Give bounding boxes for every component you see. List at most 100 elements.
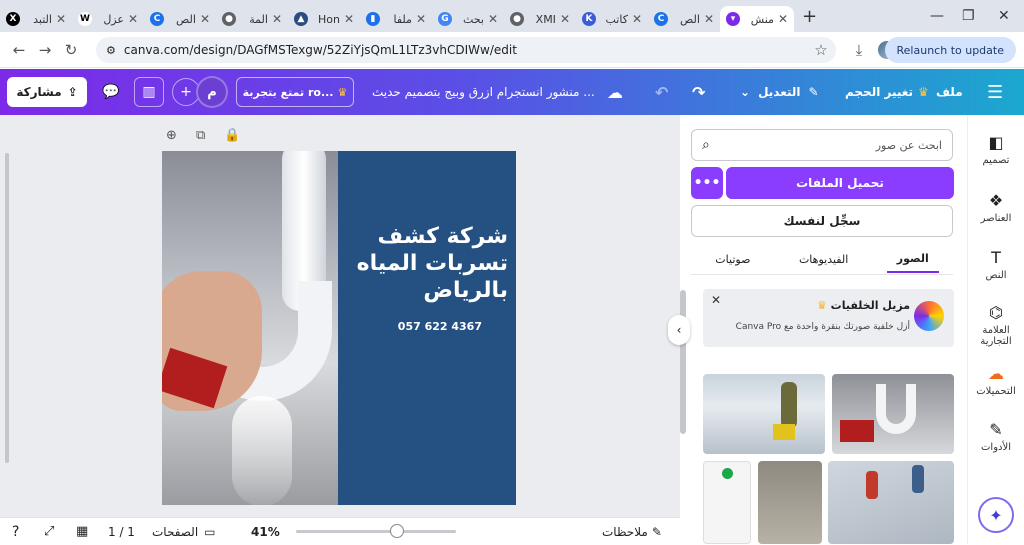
design-icon: ◧ bbox=[988, 133, 1004, 152]
forward-icon[interactable]: → bbox=[32, 41, 58, 59]
share-button[interactable]: مشاركة ⇪ bbox=[7, 77, 87, 107]
close-tab-icon[interactable]: ✕ bbox=[56, 12, 66, 26]
cloud-sync-icon[interactable]: ☁ bbox=[607, 69, 623, 115]
upload-thumbnail-floor-cleaning[interactable] bbox=[703, 374, 825, 454]
tab-images[interactable]: الصور bbox=[886, 246, 939, 273]
edit-menu[interactable]: ⌄ التعديل ✎ bbox=[740, 69, 819, 115]
close-tab-icon[interactable]: ✕ bbox=[272, 12, 282, 26]
relaunch-button[interactable]: Relaunch to update bbox=[884, 37, 1016, 63]
design-headline[interactable]: شركة كشف تسربات المياه بالرياض bbox=[338, 223, 508, 304]
close-tab-icon[interactable]: ✕ bbox=[416, 12, 426, 26]
close-tab-icon[interactable]: ✕ bbox=[560, 12, 570, 26]
google-icon: G bbox=[438, 12, 452, 26]
lock-icon[interactable]: 🔒 bbox=[224, 128, 240, 143]
browser-tab[interactable]: ● XMI ✕ bbox=[504, 6, 576, 32]
panel-scrollbar[interactable] bbox=[680, 290, 686, 434]
upload-thumbnail-roof[interactable] bbox=[828, 461, 954, 544]
site-info-icon[interactable]: ⚙ bbox=[106, 44, 116, 57]
close-tab-icon[interactable]: ✕ bbox=[778, 12, 788, 26]
upload-thumbnail-document[interactable] bbox=[758, 461, 822, 544]
analytics-icon[interactable]: ▥ bbox=[134, 77, 164, 107]
design-page[interactable]: شركة كشف تسربات المياه بالرياض 057 622 4… bbox=[162, 151, 516, 505]
tab-videos[interactable]: الفيديوهات bbox=[789, 247, 858, 272]
sidebar-item-tools[interactable]: ✎ الأدوات bbox=[968, 420, 1024, 453]
browser-tab[interactable]: C الص ✕ bbox=[648, 6, 720, 32]
close-promo-icon[interactable]: ✕ bbox=[711, 293, 721, 307]
try-pro-button[interactable]: تمتع بتجربة ro... ♛ bbox=[236, 77, 354, 107]
browser-tab[interactable]: G بحث ✕ bbox=[432, 6, 504, 32]
duplicate-page-icon[interactable]: ⧉ bbox=[196, 128, 205, 143]
browser-tab[interactable]: C الص ✕ bbox=[144, 6, 216, 32]
background-remover-promo[interactable]: مزيل الخلفيات ♛ أزل خلفية صورتك بنقرة وا… bbox=[703, 289, 954, 347]
help-icon[interactable]: ? bbox=[12, 518, 19, 545]
search-input[interactable]: ابحث عن صور ⌕ bbox=[691, 129, 953, 161]
document-title[interactable]: منشور انستجرام ازرق وبيج بتصميم حديث ... bbox=[372, 69, 595, 115]
zoom-level[interactable]: 41% bbox=[251, 518, 280, 545]
sidebar-item-elements[interactable]: ❖ العناصر bbox=[968, 191, 1024, 224]
canvas-scrollbar[interactable] bbox=[5, 153, 9, 463]
sidebar-item-text[interactable]: T النص bbox=[968, 248, 1024, 281]
bookmark-star-icon[interactable]: ☆ bbox=[808, 41, 834, 59]
browser-tab[interactable]: ▲ Hon ✕ bbox=[288, 6, 360, 32]
design-phone-number[interactable]: 057 622 4367 bbox=[398, 320, 482, 333]
browser-tab[interactable]: ● المة ✕ bbox=[216, 6, 288, 32]
browser-tab[interactable]: X التبد ✕ bbox=[0, 6, 72, 32]
back-icon[interactable]: ← bbox=[6, 41, 32, 59]
headline-line-1: شركة كشف bbox=[377, 224, 509, 249]
circle-logo-icon: C bbox=[654, 12, 668, 26]
more-options-button[interactable]: ••• bbox=[691, 167, 723, 199]
file-menu[interactable]: ملف bbox=[936, 69, 963, 115]
browser-tab[interactable]: ▾ منش ✕ bbox=[720, 6, 794, 32]
add-page-icon[interactable]: ⊕ bbox=[166, 128, 177, 143]
reload-icon[interactable]: ↻ bbox=[58, 41, 84, 59]
record-yourself-button[interactable]: سجِّل لنفسك bbox=[691, 205, 953, 237]
edit-label: التعديل bbox=[758, 85, 801, 99]
share-icon: ⇪ bbox=[67, 85, 78, 99]
download-icon[interactable]: ⤓ bbox=[846, 41, 872, 59]
browser-tab[interactable]: ▮ ملفا ✕ bbox=[360, 6, 432, 32]
elements-icon: ❖ bbox=[988, 191, 1004, 210]
grid-view-icon[interactable]: ▦ bbox=[76, 518, 88, 545]
close-tab-icon[interactable]: ✕ bbox=[704, 12, 714, 26]
close-tab-icon[interactable]: ✕ bbox=[128, 12, 138, 26]
browser-tab[interactable]: K كاتب ✕ bbox=[576, 6, 648, 32]
sidebar-item-uploads[interactable]: ☁ التحميلات bbox=[968, 364, 1024, 397]
hamburger-menu-icon[interactable]: ☰ bbox=[987, 69, 1003, 115]
sidebar-item-label: العناصر bbox=[980, 213, 1012, 224]
new-tab-icon[interactable]: + bbox=[802, 6, 817, 27]
magic-assistant-icon[interactable]: ✦ bbox=[978, 497, 1014, 533]
pages-button[interactable]: الصفحات ▭ bbox=[152, 518, 216, 545]
media-tabs: الصور الفيديوهات صوتيات bbox=[691, 245, 953, 275]
zoom-slider-handle[interactable] bbox=[390, 524, 404, 538]
close-tab-icon[interactable]: ✕ bbox=[200, 12, 210, 26]
close-window-icon[interactable]: ✕ bbox=[998, 8, 1010, 24]
plumbing-photo[interactable] bbox=[162, 151, 338, 505]
tab-audio[interactable]: صوتيات bbox=[705, 247, 760, 272]
upload-thumbnail-pipe[interactable] bbox=[832, 374, 954, 454]
collapse-panel-chevron-icon[interactable]: ‹ bbox=[668, 315, 690, 345]
browser-tab-bar: X التبد ✕ W عزل ✕ C الص ✕ ● المة ✕ ▲ Hon ✕ ▮ ملفا ✕ G بحث ✕ ●… bbox=[0, 0, 1024, 32]
search-placeholder: ابحث عن صور bbox=[875, 138, 942, 152]
canva-icon: ▾ bbox=[726, 12, 740, 26]
sidebar-item-design[interactable]: ◧ تصميم bbox=[968, 133, 1024, 166]
minimize-icon[interactable]: — bbox=[930, 8, 944, 24]
user-avatar[interactable]: م bbox=[196, 76, 228, 108]
url-bar[interactable]: ⚙ canva.com/design/DAGfMSTexgw/52ZiYjsQm… bbox=[96, 37, 836, 63]
zoom-slider[interactable] bbox=[296, 530, 456, 533]
maximize-icon[interactable]: ❐ bbox=[962, 8, 975, 24]
upload-files-button[interactable]: تحميل الملفات bbox=[726, 167, 954, 199]
close-tab-icon[interactable]: ✕ bbox=[488, 12, 498, 26]
comment-icon[interactable]: 💬 bbox=[96, 77, 126, 107]
water-shape bbox=[232, 396, 292, 505]
browser-tab[interactable]: W عزل ✕ bbox=[72, 6, 144, 32]
close-tab-icon[interactable]: ✕ bbox=[344, 12, 354, 26]
sidebar-item-brand[interactable]: ⌬ العلامة التجارية bbox=[968, 303, 1024, 347]
resize-menu[interactable]: تغيير الحجم ♛ bbox=[845, 69, 929, 115]
close-tab-icon[interactable]: ✕ bbox=[632, 12, 642, 26]
undo-icon[interactable]: ↶ bbox=[655, 69, 668, 115]
browser-tab-title: بحث bbox=[462, 12, 484, 26]
redo-icon[interactable]: ↷ bbox=[692, 69, 705, 115]
fullscreen-icon[interactable]: ⤢ bbox=[44, 518, 54, 545]
notes-button[interactable]: ملاحظات ✎ bbox=[602, 518, 662, 545]
upload-thumbnail-phone-screenshot[interactable] bbox=[703, 461, 751, 544]
